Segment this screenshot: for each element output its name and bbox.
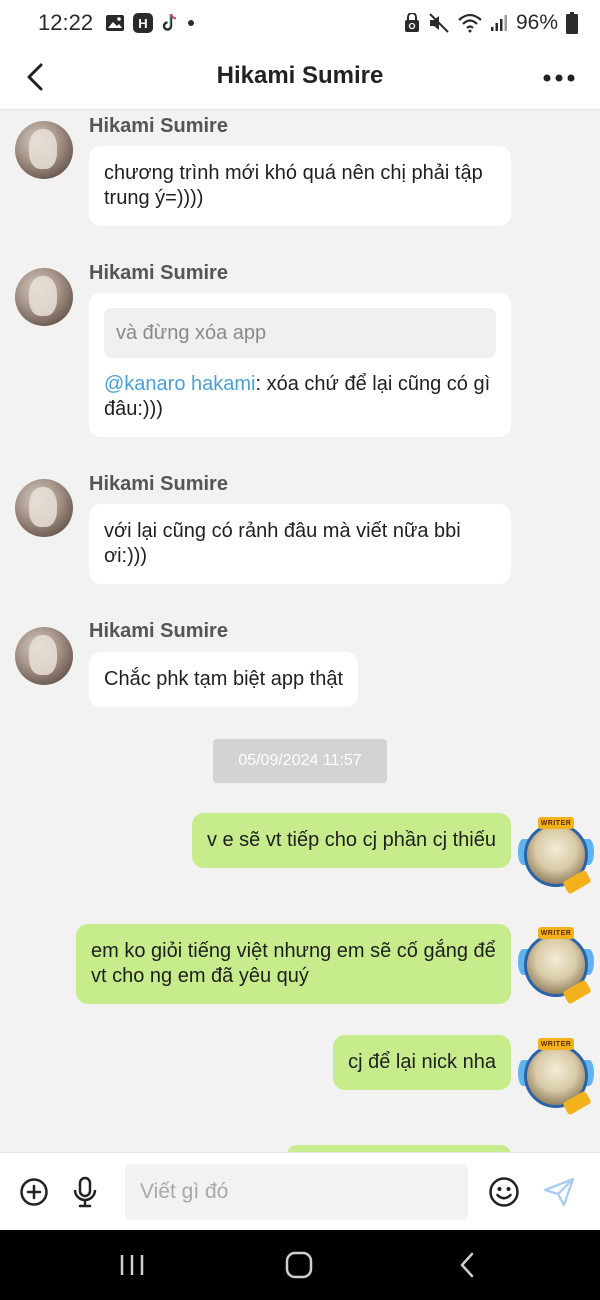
emoji-button[interactable]: [487, 1175, 521, 1209]
outgoing-message-bubble[interactable]: em ko giỏi tiếng việt nhưng em sẽ cố gắn…: [76, 924, 511, 1004]
mention-link[interactable]: @kanaro hakami: [104, 373, 255, 395]
signal-icon: [490, 14, 508, 32]
chat-title: Hikami Sumire: [216, 62, 384, 89]
sender-avatar[interactable]: [15, 121, 73, 179]
my-avatar[interactable]: WRITER: [518, 1038, 594, 1116]
message-text: với lại cũng có rảnh đâu mà viết nữa bbi…: [104, 520, 461, 567]
message-text: chương trình mới khó quá nên chị phải tậ…: [104, 162, 483, 209]
status-bar: 12:22 H 96%: [0, 0, 600, 46]
recents-icon: [120, 1255, 144, 1275]
microphone-icon: [73, 1176, 97, 1208]
add-circle-icon: [20, 1178, 48, 1206]
send-button[interactable]: [542, 1175, 576, 1209]
writer-badge: WRITER: [538, 1038, 574, 1050]
composer-bar: [0, 1152, 600, 1230]
app-h-icon: H: [133, 13, 154, 33]
outgoing-message-bubble[interactable]: v e sẽ vt tiếp cho cj phần cj thiếu: [191, 813, 511, 868]
message-list[interactable]: Hikami Sumire chương trình mới khó quá n…: [0, 111, 600, 1152]
sender-name: Hikami Sumire: [89, 620, 228, 642]
mute-icon: [428, 13, 450, 33]
status-time: 12:22: [38, 10, 94, 35]
image-icon: [105, 14, 125, 32]
home-icon: [285, 1251, 313, 1279]
sender-name: Hikami Sumire: [89, 262, 228, 284]
message-text: em ko giỏi tiếng việt nhưng em sẽ cố gắn…: [91, 940, 496, 987]
message-bubble[interactable]: chương trình mới khó quá nên chị phải tậ…: [89, 146, 511, 226]
wifi-icon: [458, 13, 482, 33]
add-attachment-button[interactable]: [17, 1175, 51, 1209]
outgoing-message-bubble-partial[interactable]: [287, 1145, 511, 1152]
status-left-icons: H: [105, 13, 195, 33]
dot-icon: [187, 19, 195, 27]
my-avatar[interactable]: WRITER: [518, 817, 594, 895]
more-icon: [543, 74, 575, 82]
message-text: v e sẽ vt tiếp cho cj phần cj thiếu: [206, 829, 496, 851]
svg-text:H: H: [138, 16, 147, 31]
chat-header: Hikami Sumire: [0, 46, 600, 110]
date-separator: 05/09/2024 11:57: [213, 739, 387, 783]
message-bubble[interactable]: Chắc phk tạm biệt app thật: [89, 652, 359, 707]
more-options-button[interactable]: [542, 64, 576, 92]
outgoing-message-bubble[interactable]: cj để lại nick nha: [333, 1035, 511, 1090]
sender-name: Hikami Sumire: [89, 473, 228, 495]
lock-recycle-icon: [404, 13, 420, 33]
writer-badge: WRITER: [538, 817, 574, 829]
sender-avatar[interactable]: [15, 268, 73, 326]
system-navigation-bar: [0, 1230, 600, 1300]
message-text: cj để lại nick nha: [348, 1051, 496, 1073]
sender-avatar[interactable]: [15, 627, 73, 685]
sender-avatar[interactable]: [15, 479, 73, 537]
quoted-message[interactable]: và đừng xóa app: [104, 308, 496, 358]
battery-icon: [566, 12, 578, 34]
voice-message-button[interactable]: [68, 1175, 102, 1209]
nav-back-button[interactable]: [447, 1250, 487, 1280]
back-icon: [460, 1252, 474, 1278]
message-text: Chắc phk tạm biệt app thật: [104, 668, 344, 690]
my-avatar[interactable]: WRITER: [518, 927, 594, 1005]
recents-button[interactable]: [112, 1250, 152, 1280]
message-input[interactable]: [125, 1164, 468, 1220]
message-bubble[interactable]: với lại cũng có rảnh đâu mà viết nữa bbi…: [89, 504, 511, 584]
tiktok-icon: [161, 13, 179, 33]
message-bubble[interactable]: và đừng xóa app @kanaro hakami: xóa chứ …: [89, 293, 511, 437]
writer-badge: WRITER: [538, 927, 574, 939]
home-button[interactable]: [279, 1250, 319, 1280]
send-icon: [543, 1177, 575, 1207]
emoji-icon: [489, 1177, 519, 1207]
sender-name: Hikami Sumire: [89, 115, 228, 137]
battery-percentage: 96%: [515, 11, 558, 34]
status-right-icons: 96%: [404, 11, 578, 35]
